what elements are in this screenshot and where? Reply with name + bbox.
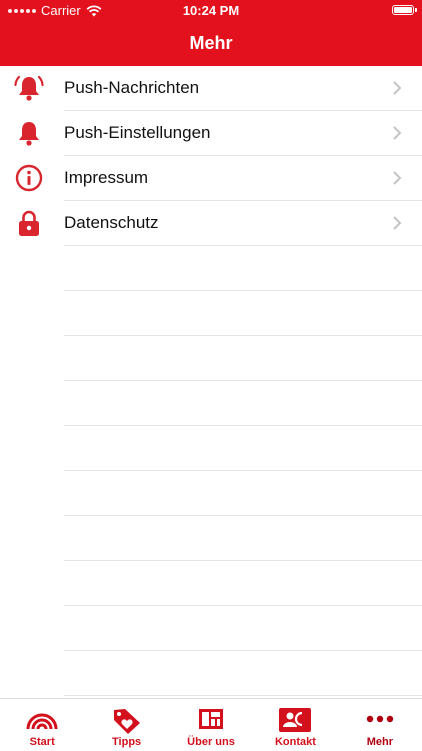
empty-row [64,606,422,651]
menu-item-label: Push-Nachrichten [64,78,200,97]
tab-label: Mehr [366,736,393,748]
menu-list: Push-Nachrichten Push-Einstellungen Impr… [0,66,422,696]
empty-row [64,291,422,336]
empty-row [64,246,422,291]
menu-item-push-einstellungen[interactable]: Push-Einstellungen [19,111,422,156]
chevron-right-icon [393,171,402,185]
menu-item-label: Push-Einstellungen [64,123,211,142]
tab-label: Kontakt [274,736,316,748]
chevron-right-icon [393,81,402,95]
empty-row [64,381,422,426]
empty-row [64,426,422,471]
empty-row [64,651,422,696]
tab-bar: Start Tipps Über uns Kontakt Mehr [0,698,422,751]
tab-kontakt[interactable]: Kontakt [253,699,337,751]
bell-ringing-icon [14,75,44,101]
status-bar: Carrier 10:24 PM [0,0,422,22]
empty-row [64,336,422,381]
heart-tag-icon [113,709,140,734]
chevron-right-icon [393,216,402,230]
tab-tipps[interactable]: Tipps [84,699,168,751]
menu-item-datenschutz[interactable]: Datenschutz [19,201,422,246]
tab-start[interactable]: Start [0,699,84,751]
more-dots-icon [366,715,394,723]
page-title: Mehr [189,33,233,53]
nav-header: Carrier 10:24 PM Mehr [0,0,422,66]
empty-row [64,516,422,561]
status-time: 10:24 PM [182,3,240,18]
bell-icon [19,122,39,146]
contact-card-icon [279,708,312,732]
menu-item-label: Datenschutz [64,213,159,232]
tab-ueber-uns[interactable]: Über uns [169,699,253,751]
tab-label: Tipps [112,736,142,748]
menu-item-label: Impressum [64,168,149,187]
rainbow-icon [26,713,58,730]
tab-label: Start [29,736,55,748]
empty-row [64,561,422,606]
layout-grid-icon [199,709,224,729]
menu-item-impressum[interactable]: Impressum [15,156,422,201]
chevron-right-icon [393,126,402,140]
tab-mehr[interactable]: Mehr [338,699,422,751]
empty-row [64,471,422,516]
lock-icon [19,210,39,236]
battery-icon [392,5,417,15]
menu-item-push-nachrichten[interactable]: Push-Nachrichten [14,66,422,111]
tab-label: Über uns [187,736,235,748]
info-circle-icon [15,164,43,192]
